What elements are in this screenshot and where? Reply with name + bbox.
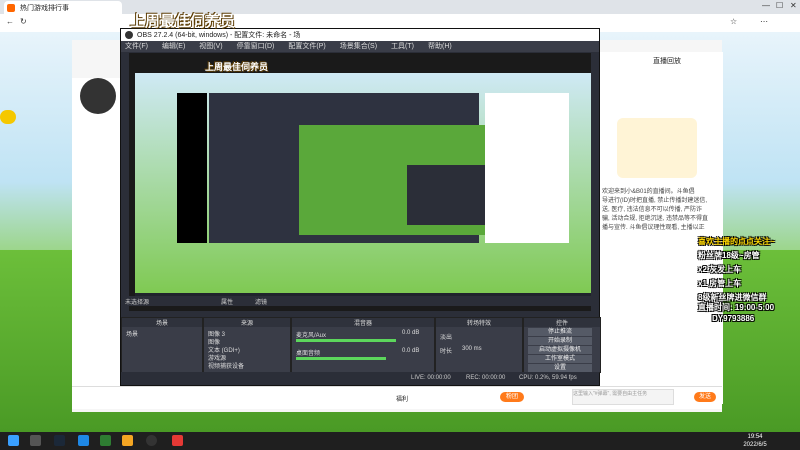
refresh-icon[interactable]: ↻: [20, 17, 27, 26]
nested-capture: [135, 73, 591, 305]
no-source-label: 未选择源: [125, 300, 150, 306]
browser-tab-bar: 热门游戏排行事 — ☐ ✕: [0, 0, 800, 14]
clock-date: 2022/6/5: [743, 442, 767, 448]
studio-mode-button[interactable]: 工作室模式: [528, 355, 592, 363]
netease-icon[interactable]: [172, 435, 183, 446]
minimize-icon[interactable]: —: [762, 1, 770, 10]
overlay-line: DY9793886: [712, 314, 755, 323]
douyu-favicon-icon: [7, 4, 15, 12]
menu-file[interactable]: 文件(F): [125, 43, 148, 50]
source-item[interactable]: 视频捕获设备: [208, 361, 244, 370]
windows-start-icon[interactable]: [8, 435, 19, 446]
overlay-line: 粉丝牌18级~房管: [698, 251, 760, 260]
folder-icon[interactable]: [122, 435, 133, 446]
fans-label[interactable]: 福利: [396, 394, 408, 403]
danmu-input[interactable]: 这里输入"#弹幕", 需要自由主任务: [572, 389, 674, 405]
menu-view[interactable]: 视图(V): [199, 43, 222, 50]
mixer-db-mic: 0.0 dB: [402, 330, 420, 336]
obs-taskbar-icon[interactable]: [146, 435, 157, 446]
settings-button[interactable]: 设置: [528, 364, 592, 372]
cpu-usage: CPU: 0.2%, 59.94 fps: [519, 375, 577, 381]
obs-preview[interactable]: [129, 53, 591, 311]
obs-status-bar: LIVE: 00:00:00 REC: 00:00:00 CPU: 0.2%, …: [121, 372, 599, 385]
app-icon[interactable]: [78, 435, 89, 446]
overlay-line: 喜欢主播的点点关注~: [698, 237, 775, 246]
replay-tab[interactable]: 直播回放: [653, 56, 681, 66]
tab-title: 热门游戏排行事: [20, 5, 69, 12]
windows-taskbar: [0, 432, 800, 450]
bee-icon: [0, 110, 16, 124]
close-icon[interactable]: ✕: [790, 1, 797, 10]
transitions-dock: 转场特效 淡出 时长 300 ms: [435, 317, 523, 373]
browser-tab[interactable]: 热门游戏排行事: [4, 1, 122, 14]
scene-item[interactable]: 场景: [126, 329, 138, 338]
stop-stream-button[interactable]: 停止推流: [528, 328, 592, 336]
taskbar-clock: 19:54 2022/6/5: [730, 433, 780, 449]
scenes-title: 场景: [122, 318, 202, 327]
controls-dock: 控件 停止推流 开始录制 启动虚拟摄像机 工作室模式 设置: [523, 317, 601, 373]
menu-profile[interactable]: 配置文件(P): [288, 43, 325, 50]
search-icon[interactable]: [30, 435, 41, 446]
nested-black-column: [177, 93, 207, 243]
properties-button[interactable]: 属性: [221, 297, 233, 306]
menu-edit[interactable]: 编辑(E): [162, 43, 185, 50]
chat-line: 送, 医疗, 违法信息不可以传播, 严防诈: [602, 207, 703, 213]
sources-dock: 来源 图像 3 图像 文本 (GDI+) 游戏源 视频捕获设备: [203, 317, 291, 373]
rec-time: REC: 00:00:00: [466, 375, 506, 381]
mixer-meter: [296, 357, 386, 360]
nested-chat: [485, 93, 569, 243]
menu-scenes[interactable]: 场景集合(S): [340, 43, 377, 50]
obs-window: OBS 27.2.4 (64-bit, windows) - 配置文件: 未命名…: [120, 28, 601, 386]
duration-input[interactable]: 300 ms: [462, 346, 482, 352]
top-feeder-banner-nested: 上周最佳伺养员: [205, 62, 269, 72]
controls-title: 控件: [524, 318, 600, 327]
menu-docks[interactable]: 停靠窗口(D): [237, 43, 275, 50]
steam-icon[interactable]: [54, 435, 65, 446]
menu-icon[interactable]: ⋯: [760, 17, 768, 26]
send-button[interactable]: 发送: [694, 392, 716, 402]
obs-menu-bar: 文件(F) 编辑(E) 视图(V) 停靠窗口(D) 配置文件(P) 场景集合(S) 工具(T…: [121, 41, 599, 52]
mixer-db-desktop: 0.0 dB: [402, 348, 420, 354]
back-icon[interactable]: ←: [6, 17, 14, 26]
duration-label: 时长: [440, 349, 453, 355]
obs-title: OBS 27.2.4 (64-bit, windows) - 配置文件: 未命名…: [137, 32, 301, 39]
obs-logo-icon: [125, 31, 133, 39]
streamer-avatar[interactable]: [80, 78, 116, 114]
top-feeder-banner: 上周最佳伺养员: [130, 13, 236, 30]
virtual-camera-button[interactable]: 启动虚拟摄像机: [528, 346, 592, 354]
nested-obs-window: [209, 93, 557, 243]
transition-select[interactable]: 淡出: [440, 332, 452, 341]
maximize-icon[interactable]: ☐: [776, 1, 783, 10]
chat-line: 播与宣传. 斗鱼倡议理性观看, 主播以正: [602, 225, 705, 231]
transitions-title: 转场特效: [436, 318, 522, 327]
extension-icon[interactable]: ☆: [730, 17, 737, 26]
start-recording-button[interactable]: 开始录制: [528, 337, 592, 345]
edge-icon[interactable]: [100, 435, 111, 446]
mixer-dock: 混音器 麦克风/Aux 0.0 dB 桌面音频 0.0 dB: [291, 317, 435, 373]
mascot-image: [617, 118, 697, 178]
chat-line: 欢迎来到小&B01的直播间。斗鱼倡: [602, 189, 695, 195]
clock-time: 19:54: [747, 434, 763, 440]
chat-line: 骗, 活动合规, 拒绝沉迷, 违禁品等不得直: [602, 216, 709, 222]
interaction-bar: 福利 这里输入"#弹幕", 需要自由主任务: [72, 386, 722, 409]
chat-line: 导进行(ID)时把直播, 禁止传播封建迷信,: [602, 198, 707, 204]
streamer-info-column: [72, 78, 120, 404]
menu-tools[interactable]: 工具(T): [391, 43, 414, 50]
mixer-channel-mic: 麦克风/Aux: [296, 333, 327, 339]
menu-help[interactable]: 帮助(H): [428, 43, 452, 50]
overlay-line: x2 灰发上车: [698, 265, 742, 274]
mixer-meter: [296, 339, 396, 342]
live-time: LIVE: 00:00:00: [411, 375, 451, 381]
sources-title: 来源: [204, 318, 290, 327]
mixer-channel-desktop: 桌面音频: [296, 351, 321, 357]
scenes-dock: 场景 场景: [121, 317, 203, 373]
mixer-title: 混音器: [292, 318, 434, 327]
overlay-line: 直播时间: 19:00-5:00: [698, 303, 775, 312]
filters-button[interactable]: 滤镜: [255, 297, 267, 306]
overlay-line: x1 房管上车: [698, 279, 742, 288]
gift-button[interactable]: 粉团: [500, 392, 524, 402]
